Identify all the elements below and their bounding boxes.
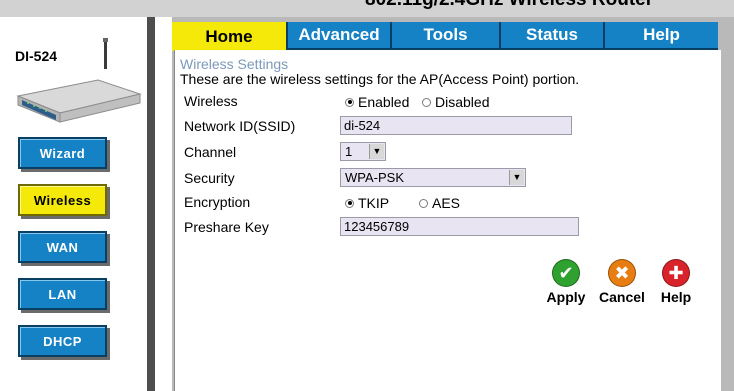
channel-select[interactable]: 1 ▼	[340, 142, 386, 161]
router-image	[16, 38, 142, 123]
radio-label: Disabled	[435, 94, 490, 110]
help-button[interactable]: ✚ Help	[646, 259, 706, 305]
encryption-tkip-radio[interactable]: TKIP	[345, 195, 389, 211]
radio-unselected-icon	[422, 97, 431, 107]
chevron-down-icon: ▼	[369, 144, 384, 159]
help-label: Help	[660, 289, 692, 305]
channel-value: 1	[345, 144, 353, 159]
tab-status[interactable]: Status	[501, 22, 603, 50]
wireless-enabled-radio[interactable]: Enabled	[345, 94, 409, 110]
cancel-button[interactable]: ✖ Cancel	[592, 259, 652, 305]
ssid-input[interactable]: di-524	[340, 116, 572, 135]
sidebar-item-wizard[interactable]: Wizard	[18, 137, 107, 169]
ssid-label: Network ID(SSID)	[184, 118, 296, 134]
sidebar-item-lan[interactable]: LAN	[18, 278, 107, 310]
checkmark-icon: ✔	[552, 259, 580, 287]
sidebar-item-wan[interactable]: WAN	[18, 231, 107, 263]
tab-label: Tools	[423, 25, 468, 44]
section-description: These are the wireless settings for the …	[180, 71, 580, 87]
tab-tools[interactable]: Tools	[392, 22, 499, 50]
sidebar-item-dhcp[interactable]: DHCP	[18, 325, 107, 357]
preshare-key-label: Preshare Key	[184, 219, 269, 235]
security-select[interactable]: WPA-PSK ▼	[340, 168, 526, 187]
radio-label: Enabled	[358, 94, 410, 110]
apply-button[interactable]: ✔ Apply	[536, 259, 596, 305]
wireless-disabled-radio[interactable]: Disabled	[422, 94, 489, 110]
tab-home[interactable]: Home	[172, 22, 286, 51]
cancel-label: Cancel	[599, 289, 645, 305]
tab-label: Status	[526, 25, 578, 44]
radio-selected-icon	[345, 97, 354, 107]
radio-label: AES	[432, 195, 461, 211]
wireless-label: Wireless	[184, 93, 238, 109]
encryption-aes-radio[interactable]: AES	[419, 195, 460, 211]
tab-help[interactable]: Help	[605, 22, 718, 50]
sidebar-item-label: DHCP	[43, 333, 82, 349]
side-divider	[147, 17, 155, 391]
gap-column	[155, 17, 172, 391]
main-tabs: Home Advanced Tools Status Help	[172, 22, 718, 51]
sidebar-item-label: WAN	[46, 239, 79, 255]
right-margin	[721, 50, 734, 391]
chevron-down-icon: ▼	[509, 170, 524, 185]
tab-label: Home	[205, 26, 253, 46]
top-banner: 802.11g/2.4GHz Wireless Router	[0, 0, 734, 17]
radio-selected-icon	[345, 198, 354, 208]
tab-advanced[interactable]: Advanced	[288, 22, 390, 50]
security-value: WPA-PSK	[345, 170, 404, 185]
security-label: Security	[184, 170, 235, 186]
section-title: Wireless Settings	[180, 56, 289, 72]
plus-help-icon: ✚	[662, 259, 690, 287]
radio-label: TKIP	[358, 195, 390, 211]
radio-unselected-icon	[419, 198, 428, 208]
tab-label: Advanced	[298, 25, 380, 44]
router-title: 802.11g/2.4GHz Wireless Router	[365, 0, 653, 11]
tab-label: Help	[643, 25, 680, 44]
sidebar-item-wireless[interactable]: Wireless	[18, 184, 107, 216]
preshare-key-input[interactable]: 123456789	[340, 217, 579, 236]
sidebar-item-label: Wizard	[39, 145, 86, 161]
sidebar-item-label: Wireless	[33, 192, 92, 208]
sidebar-item-label: LAN	[48, 286, 77, 302]
cancel-x-icon: ✖	[608, 259, 636, 287]
channel-label: Channel	[184, 144, 237, 160]
encryption-label: Encryption	[184, 194, 251, 210]
apply-label: Apply	[546, 289, 586, 305]
